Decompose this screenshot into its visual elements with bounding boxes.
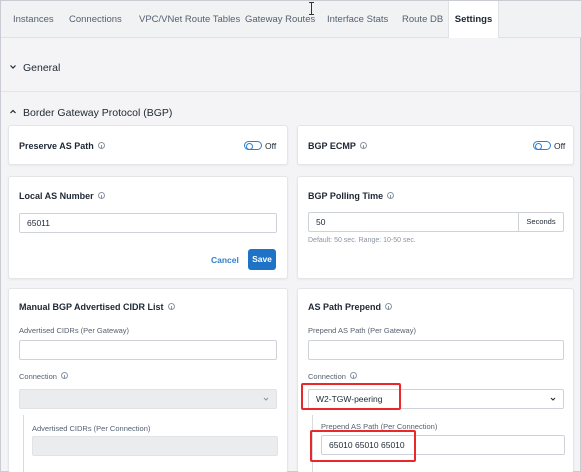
bgp-ecmp-toggle[interactable] xyxy=(533,141,551,150)
card-title: AS Path Prepend xyxy=(308,302,393,312)
section-bgp-label: Border Gateway Protocol (BGP) xyxy=(23,107,173,119)
prepend-per-connection-label: Prepend AS Path (Per Connection) xyxy=(321,422,438,431)
toggle-state: Off xyxy=(554,141,566,151)
text-cursor-icon xyxy=(309,2,314,15)
card-title: BGP Polling Time xyxy=(308,191,395,201)
info-icon[interactable] xyxy=(349,372,357,379)
connection-label: Connection xyxy=(19,372,68,381)
preserve-as-path-card: Preserve AS Path Off xyxy=(8,125,288,165)
chevron-down-icon xyxy=(263,397,269,401)
card-title: Manual BGP Advertised CIDR List xyxy=(19,302,175,312)
tab-connections[interactable]: Connections xyxy=(69,1,122,38)
info-icon[interactable] xyxy=(60,372,68,379)
local-as-card: Local AS Number 65011 Cancel Save xyxy=(8,176,288,279)
save-button[interactable]: Save xyxy=(248,249,276,270)
section-general[interactable]: General xyxy=(1,60,581,78)
divider xyxy=(1,91,581,92)
card-title: BGP ECMP xyxy=(308,141,367,151)
chevron-down-icon xyxy=(10,65,16,69)
prepend-gateway-label: Prepend AS Path (Per Gateway) xyxy=(308,326,416,335)
tab-route-db[interactable]: Route DB xyxy=(402,1,443,38)
manual-cidr-card: Manual BGP Advertised CIDR List Advertis… xyxy=(8,288,288,472)
per-connection-cidr-input[interactable] xyxy=(32,436,278,456)
tab-interface-stats[interactable]: Interface Stats xyxy=(327,1,388,38)
info-icon[interactable] xyxy=(97,142,105,149)
chevron-down-icon xyxy=(550,397,556,401)
prepend-connection-select[interactable]: W2-TGW-peering xyxy=(308,389,564,409)
preserve-as-path-title: Preserve AS Path xyxy=(19,141,94,151)
bgp-polling-title: BGP Polling Time xyxy=(308,191,384,201)
gateway-cidr-label: Advertised CIDRs (Per Gateway) xyxy=(19,326,130,335)
info-icon[interactable] xyxy=(385,303,393,310)
prepend-connection-value: W2-TGW-peering xyxy=(316,394,383,404)
section-bgp[interactable]: Border Gateway Protocol (BGP) xyxy=(1,105,581,123)
connection-select[interactable] xyxy=(19,389,277,409)
connection-label-text: Connection xyxy=(19,372,57,381)
bgp-ecmp-title: BGP ECMP xyxy=(308,141,356,151)
card-title: Preserve AS Path xyxy=(19,141,105,151)
prepend-per-connection-input[interactable]: 65010 65010 65010 xyxy=(321,435,565,455)
cancel-button[interactable]: Cancel xyxy=(211,255,239,265)
unit-label: Seconds xyxy=(518,213,563,231)
tab-settings[interactable]: Settings xyxy=(448,1,499,38)
preserve-as-path-toggle[interactable] xyxy=(244,141,262,150)
info-icon[interactable] xyxy=(387,192,395,199)
bgp-polling-input[interactable]: 50 Seconds xyxy=(308,212,564,232)
bgp-ecmp-card: BGP ECMP Off xyxy=(297,125,574,165)
prepend-per-connection-panel: Prepend AS Path (Per Connection) 65010 6… xyxy=(312,415,565,472)
connection-label: Connection xyxy=(308,372,357,381)
tab-route-tables[interactable]: VPC/VNet Route Tables xyxy=(139,1,240,38)
info-icon[interactable] xyxy=(167,303,175,310)
connection-label-text: Connection xyxy=(308,372,346,381)
bgp-polling-card: BGP Polling Time 50 Seconds Default: 50 … xyxy=(297,176,574,279)
toggle-state: Off xyxy=(265,141,277,151)
tab-gateway-routes[interactable]: Gateway Routes xyxy=(245,1,315,38)
tab-bar: Instances Connections VPC/VNet Route Tab… xyxy=(1,1,581,38)
local-as-title: Local AS Number xyxy=(19,191,94,201)
section-general-label: General xyxy=(23,62,61,74)
as-path-prepend-title: AS Path Prepend xyxy=(308,302,382,312)
gateway-cidr-input[interactable] xyxy=(19,340,277,360)
manual-cidr-title: Manual BGP Advertised CIDR List xyxy=(19,302,164,312)
per-connection-panel: Advertised CIDRs (Per Connection) xyxy=(23,415,278,472)
local-as-input[interactable]: 65011 xyxy=(19,213,277,233)
info-icon[interactable] xyxy=(359,142,367,149)
chevron-up-icon xyxy=(10,109,16,114)
info-icon[interactable] xyxy=(97,192,105,199)
as-path-prepend-card: AS Path Prepend Prepend AS Path (Per Gat… xyxy=(297,288,574,472)
prepend-gateway-input[interactable] xyxy=(308,340,564,360)
per-connection-cidr-label: Advertised CIDRs (Per Connection) xyxy=(32,424,151,433)
tab-instances[interactable]: Instances xyxy=(13,1,54,38)
bgp-polling-value: 50 xyxy=(316,217,326,227)
polling-hint: Default: 50 sec. Range: 10-50 sec. xyxy=(308,237,416,244)
card-title: Local AS Number xyxy=(19,191,105,201)
